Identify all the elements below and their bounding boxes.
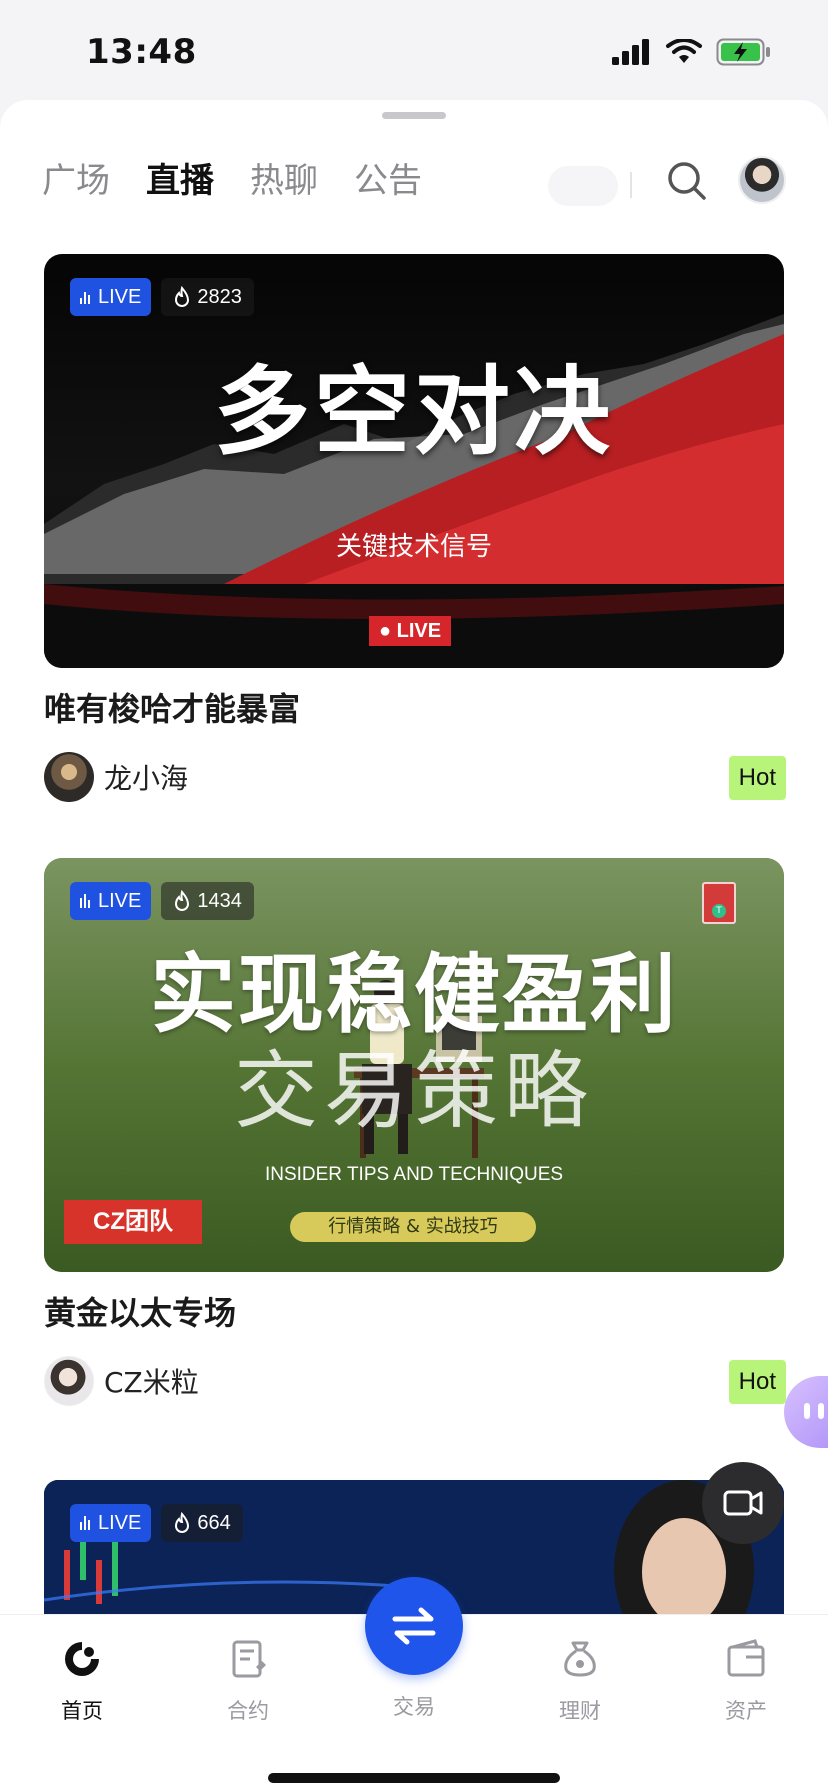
stream-badges: LIVE 1434 (70, 882, 254, 920)
author-name[interactable]: CZ米粒 (104, 1361, 199, 1401)
cover-subtitle: 交易策略 (233, 1042, 594, 1140)
hot-badge: Hot (728, 1360, 786, 1404)
author-avatar[interactable] (44, 752, 94, 802)
tabbar-item-assets[interactable]: 资产 (696, 1637, 796, 1725)
stream-badges: LIVE 664 (70, 1504, 243, 1542)
live-badge: LIVE (70, 278, 152, 316)
flame-icon (175, 1512, 190, 1533)
search-icon[interactable] (664, 158, 710, 204)
view-count: 2823 (197, 285, 242, 308)
author-row[interactable]: CZ米粒 Hot (44, 1356, 786, 1406)
author-avatar[interactable] (44, 1356, 94, 1406)
tabbar-label: 首页 (61, 1699, 103, 1723)
view-count-badge: 664 (161, 1504, 243, 1542)
author-name[interactable]: 龙小海 (104, 757, 188, 797)
home-icon (65, 1642, 99, 1676)
stream-cover[interactable]: LIVE 1434 T 实现稳健盈利 交易策略 INSIDER TIPS AND… (44, 858, 784, 1272)
live-badge: LIVE (70, 1504, 152, 1542)
status-time: 13:48 (86, 32, 197, 72)
stream-cover[interactable]: LIVE 2823 多空对决 关键技术信号 ● LIVE (44, 254, 784, 668)
tabbar-label: 资产 (725, 1699, 767, 1723)
cover-live-tag: ● LIVE (369, 616, 452, 646)
live-bars-icon (80, 290, 90, 304)
live-badge-label: LIVE (98, 285, 142, 308)
stream-title[interactable]: 唯有梭哈才能暴富 (44, 686, 784, 732)
user-avatar[interactable] (738, 156, 786, 204)
status-bar: 13:48 (0, 0, 828, 100)
cover-subtitle: 关键技术信号 (335, 532, 492, 562)
wealth-icon (564, 1641, 596, 1677)
home-indicator[interactable] (268, 1773, 560, 1783)
battery-charging-icon (716, 38, 770, 66)
stream-card[interactable]: LIVE 1434 T 实现稳健盈利 交易策略 INSIDER TIPS AND… (44, 858, 786, 1406)
tether-card-icon: T (702, 882, 736, 924)
live-bars-icon (80, 894, 90, 908)
author-row[interactable]: 龙小海 Hot (44, 752, 786, 802)
header-divider (630, 172, 632, 198)
stream-badges: LIVE 2823 (70, 278, 254, 316)
contract-icon (232, 1640, 266, 1678)
start-live-button[interactable] (702, 1462, 784, 1544)
live-sheet: 广场 直播 热聊 公告 LIVE 2823 多空对决 关键技术信号 ● LIVE… (0, 100, 828, 1792)
live-badge-label: LIVE (98, 1511, 142, 1534)
signal-icon (612, 39, 649, 65)
trade-button[interactable] (365, 1577, 463, 1675)
tabbar-item-home[interactable]: 首页 (32, 1637, 132, 1725)
cover-pill: 行情策略 & 实战技巧 (290, 1212, 536, 1242)
stream-card[interactable]: LIVE 2823 多空对决 关键技术信号 ● LIVE 唯有梭哈才能暴富 龙小… (44, 254, 786, 802)
stream-title[interactable]: 黄金以太专场 (44, 1290, 784, 1336)
view-count-badge: 1434 (161, 882, 254, 920)
live-badge-label: LIVE (98, 889, 142, 912)
flame-icon (175, 286, 190, 307)
tab-square[interactable]: 广场 (42, 158, 110, 204)
bottom-tab-bar: 首页 合约 交易 理财 资产 (0, 1577, 828, 1792)
sheet-grabber[interactable] (382, 112, 446, 119)
swap-arrows-icon (392, 1607, 436, 1645)
view-count-badge: 2823 (161, 278, 254, 316)
view-count: 1434 (197, 889, 242, 912)
header-pill[interactable] (548, 166, 618, 206)
cover-title: 多空对决 (214, 356, 614, 468)
tab-hot-chat[interactable]: 热聊 (250, 158, 318, 204)
tabbar-label: 理财 (559, 1699, 601, 1723)
content-tabs: 广场 直播 热聊 公告 (42, 158, 422, 204)
status-icons (612, 38, 772, 66)
wallet-icon (727, 1639, 765, 1677)
tab-live[interactable]: 直播 (146, 158, 214, 204)
tabbar-item-contract[interactable]: 合约 (198, 1637, 298, 1725)
tabbar-item-wealth[interactable]: 理财 (530, 1637, 630, 1725)
hot-badge: Hot (728, 756, 786, 800)
wifi-icon (666, 39, 702, 63)
cover-english-caption: INSIDER TIPS AND TECHNIQUES (264, 1164, 564, 1185)
tabbar-label: 合约 (227, 1699, 269, 1723)
tab-announcements[interactable]: 公告 (354, 158, 422, 204)
flame-icon (175, 890, 190, 911)
view-count: 664 (197, 1511, 231, 1534)
tabbar-label: 交易 (393, 1695, 435, 1719)
cover-team-tag: CZ团队 (64, 1200, 202, 1244)
video-camera-icon (723, 1490, 763, 1516)
live-bars-icon (80, 1516, 90, 1530)
live-badge: LIVE (70, 882, 152, 920)
